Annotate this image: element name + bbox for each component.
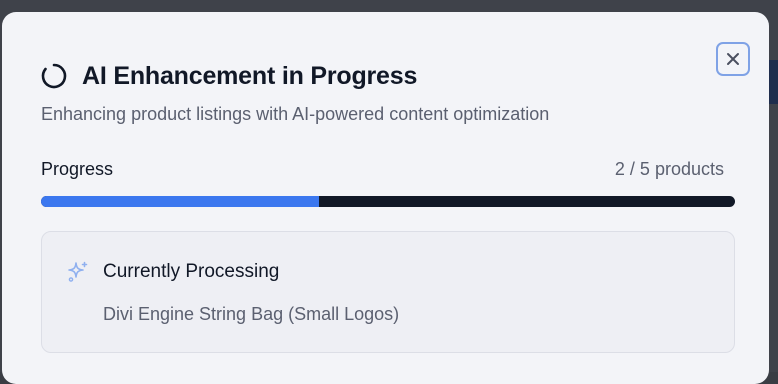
- dialog-header: AI Enhancement in Progress: [40, 62, 417, 90]
- dialog-title: AI Enhancement in Progress: [82, 61, 418, 90]
- progress-bar: [41, 196, 735, 207]
- ai-enhancement-dialog: AI Enhancement in Progress Enhancing pro…: [2, 12, 769, 384]
- close-button[interactable]: [716, 42, 750, 76]
- backdrop-element: [768, 60, 778, 104]
- progress-label: Progress: [41, 159, 114, 179]
- processing-product-name: Divi Engine String Bag (Small Logos): [103, 304, 400, 324]
- close-icon: [727, 53, 739, 65]
- currently-processing-card: Currently Processing Divi Engine String …: [41, 231, 735, 353]
- progress-count: 2 / 5 products: [614, 159, 724, 179]
- processing-header: Currently Processing: [66, 260, 279, 284]
- sparkles-icon: [68, 261, 88, 282]
- progress-bar-fill: [41, 196, 319, 207]
- processing-title: Currently Processing: [103, 261, 280, 282]
- dialog-subtitle: Enhancing product listings with AI-power…: [41, 104, 550, 124]
- loading-spinner-icon: [40, 62, 68, 90]
